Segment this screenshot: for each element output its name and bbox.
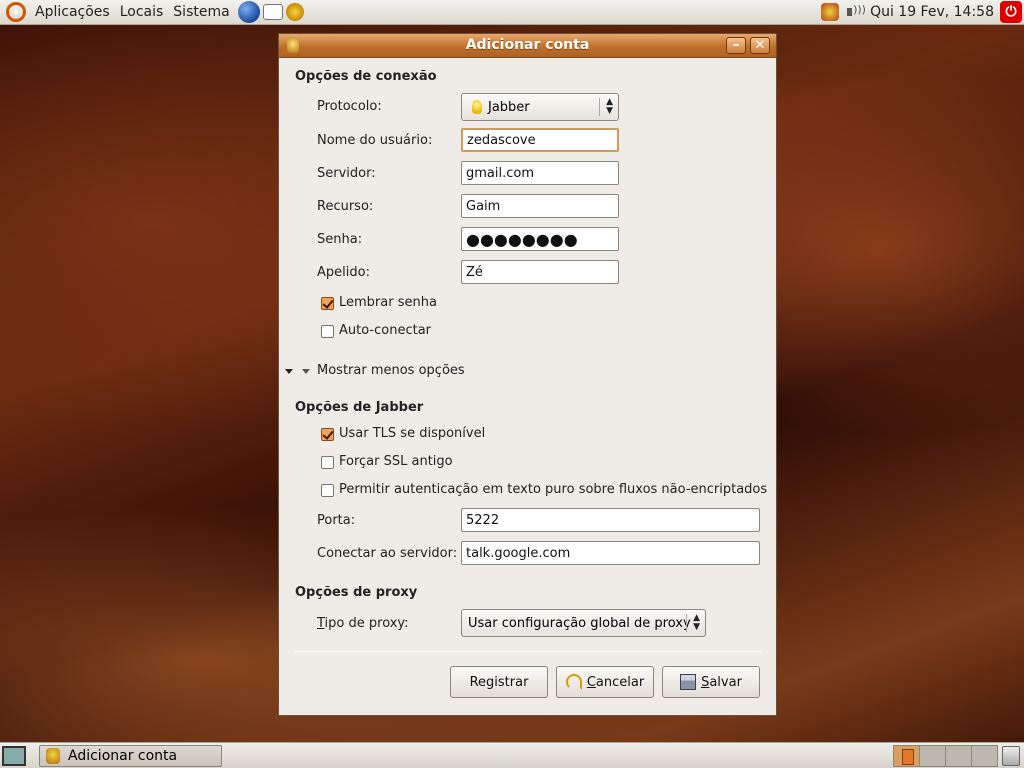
dialog-title: Adicionar conta (465, 37, 590, 53)
protocol-label: Protocolo: (317, 99, 382, 114)
menu-places[interactable]: Locais (115, 4, 169, 20)
protocol-select[interactable]: Jabber ▲ ▼ (461, 93, 619, 121)
workspace-4[interactable] (971, 744, 998, 767)
trash-icon[interactable] (1002, 745, 1020, 766)
protocol-value: Jabber (488, 99, 530, 115)
auto-connect-checkbox[interactable] (321, 325, 334, 338)
combo-arrows-icon: ▲ ▼ (606, 97, 613, 116)
cancel-mnemonic: C (586, 674, 596, 690)
email-client-icon[interactable] (262, 4, 283, 20)
register-button-label: Registrar (469, 674, 529, 690)
resource-label: Recurso: (317, 199, 374, 214)
server-input[interactable] (461, 161, 619, 185)
remember-password-checkbox[interactable] (321, 297, 334, 310)
connect-server-label: Conectar ao servidor: (317, 546, 458, 561)
workspace-2[interactable] (919, 744, 946, 767)
cancel-button-label: ancelar (595, 674, 645, 690)
dialog-titlebar[interactable]: Adicionar conta – ✕ (279, 34, 776, 58)
connection-options-heading: Opções de conexão (295, 69, 437, 84)
plaintext-auth-checkbox[interactable] (321, 484, 334, 497)
port-input[interactable] (461, 508, 760, 532)
workspace-3[interactable] (945, 744, 972, 767)
proxy-options-heading: Opções de proxy (295, 585, 418, 600)
jabber-options-heading: Opções de Jabber (295, 400, 424, 415)
gaim-task-icon (46, 747, 60, 764)
force-ssl-checkbox[interactable] (321, 456, 334, 469)
force-ssl-label[interactable]: Forçar SSL antigo (339, 454, 453, 469)
resource-input[interactable] (461, 194, 619, 218)
volume-icon[interactable] (845, 3, 866, 21)
taskbar-item-add-account[interactable]: Adicionar conta (39, 744, 222, 767)
expander-triangle-icon[interactable] (302, 369, 310, 374)
alias-input[interactable] (461, 260, 619, 284)
close-button[interactable]: ✕ (750, 37, 770, 54)
button-separator (295, 651, 761, 652)
minimize-button[interactable]: – (726, 37, 746, 54)
show-fewer-options-expander[interactable]: Mostrar menos opções (317, 363, 465, 378)
show-desktop-icon[interactable] (2, 745, 26, 766)
clock[interactable]: Qui 19 Fev, 14:58 (866, 4, 998, 20)
taskbar-item-label: Adicionar conta (68, 747, 178, 764)
power-icon[interactable]: ⏻ (1000, 1, 1022, 23)
web-browser-icon[interactable] (237, 1, 260, 23)
proxy-type-label-text: ipo de proxy: (324, 616, 409, 631)
alias-label: Apelido: (317, 265, 370, 280)
expander-arrow-icon[interactable] (285, 369, 293, 374)
cancel-button[interactable]: Cancelar (556, 666, 654, 698)
combo-arrows-icon: ▲ ▼ (693, 613, 700, 632)
messenger-icon[interactable] (285, 3, 304, 21)
proxy-type-value: Usar configuração global de proxy (468, 615, 691, 631)
menu-system[interactable]: Sistema (168, 4, 234, 20)
auto-connect-label[interactable]: Auto-conectar (339, 323, 431, 338)
workspace-switcher (893, 744, 998, 767)
proxy-type-mnemonic: T (317, 616, 325, 631)
save-button-label: alvar (709, 674, 742, 690)
use-tls-checkbox[interactable] (321, 428, 334, 441)
save-button[interactable]: Salvar (662, 666, 760, 698)
use-tls-label[interactable]: Usar TLS se disponível (339, 426, 485, 441)
password-label: Senha: (317, 232, 363, 247)
username-input[interactable] (461, 128, 619, 152)
proxy-type-select[interactable]: Usar configuração global de proxy ▲ ▼ (461, 609, 706, 637)
bottom-panel: Adicionar conta (0, 742, 1024, 768)
jabber-bulb-icon (472, 100, 482, 114)
floppy-save-icon (680, 674, 697, 690)
top-panel: Aplicações Locais Sistema Qui 19 Fev, 14… (0, 0, 1024, 25)
port-label: Porta: (317, 513, 356, 528)
remember-password-label[interactable]: Lembrar senha (339, 295, 437, 310)
undo-icon (565, 674, 582, 690)
password-input[interactable] (461, 227, 619, 251)
panel-tray: Qui 19 Fev, 14:58 ⏻ (818, 0, 1024, 25)
ubuntu-logo-icon[interactable] (6, 2, 26, 22)
workspace-1[interactable] (893, 744, 920, 767)
plaintext-auth-label[interactable]: Permitir autenticação em texto puro sobr… (339, 482, 767, 497)
menu-applications[interactable]: Aplicações (30, 4, 115, 20)
connect-server-input[interactable] (461, 541, 760, 565)
add-account-dialog: Adicionar conta – ✕ Opções de conexão Pr… (278, 33, 777, 716)
save-mnemonic: S (701, 674, 710, 690)
proxy-type-label: Tipo de proxy: (317, 616, 409, 631)
gaim-tray-icon[interactable] (821, 3, 840, 21)
register-button[interactable]: Registrar (450, 666, 548, 698)
username-label: Nome do usuário: (317, 133, 433, 148)
server-label: Servidor: (317, 166, 376, 181)
